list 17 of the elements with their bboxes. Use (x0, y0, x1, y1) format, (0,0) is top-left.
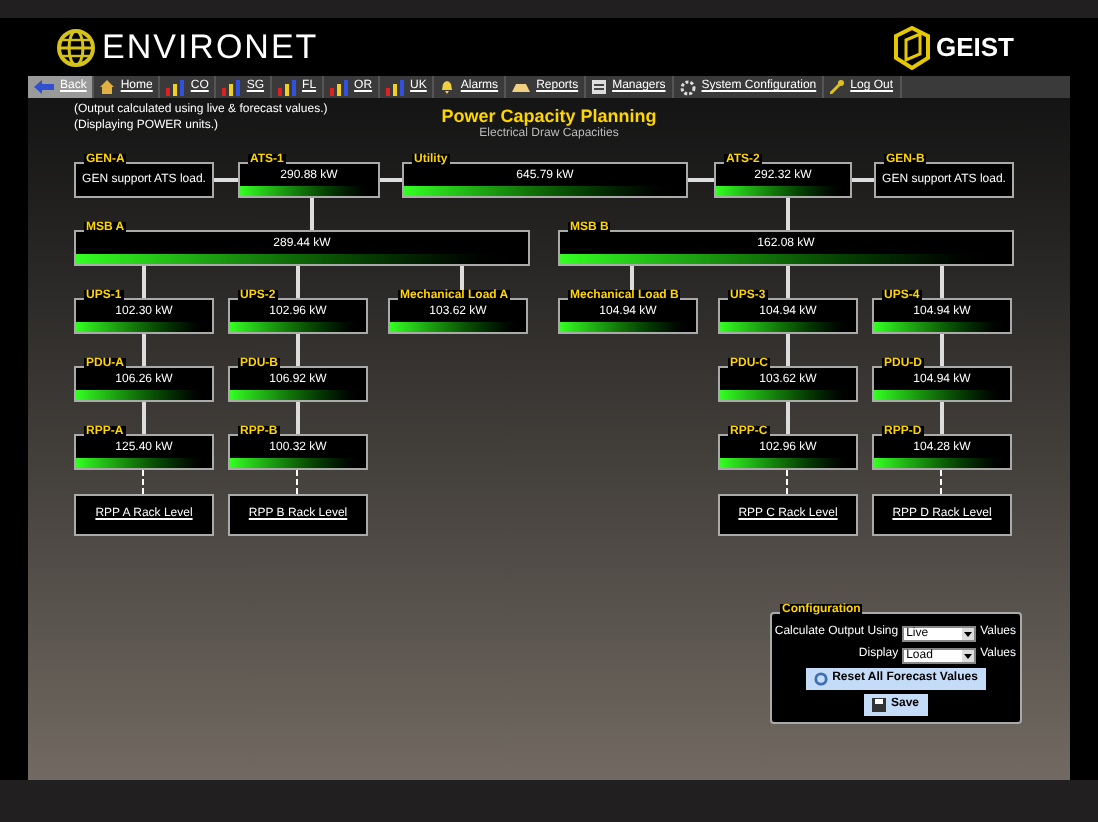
bar-chart-icon (278, 79, 297, 95)
vendor-name: GEIST (935, 34, 1014, 60)
bar-chart-icon (222, 79, 241, 95)
caret-icon (962, 649, 975, 661)
globe-icon (56, 27, 96, 67)
caret-icon (962, 627, 975, 639)
bar-chart-icon (330, 79, 349, 95)
house-icon (100, 80, 115, 94)
bell-icon (440, 80, 455, 94)
brand-name: ENVIRONET (102, 30, 319, 64)
page-title: Power Capacity Planning (441, 106, 657, 126)
left-arrow-icon (34, 80, 54, 94)
bar-chart-icon (386, 79, 405, 95)
bar-chart-icon (166, 79, 185, 95)
key-icon (830, 80, 845, 94)
cube-icon (891, 25, 932, 69)
gear-icon (679, 79, 696, 95)
